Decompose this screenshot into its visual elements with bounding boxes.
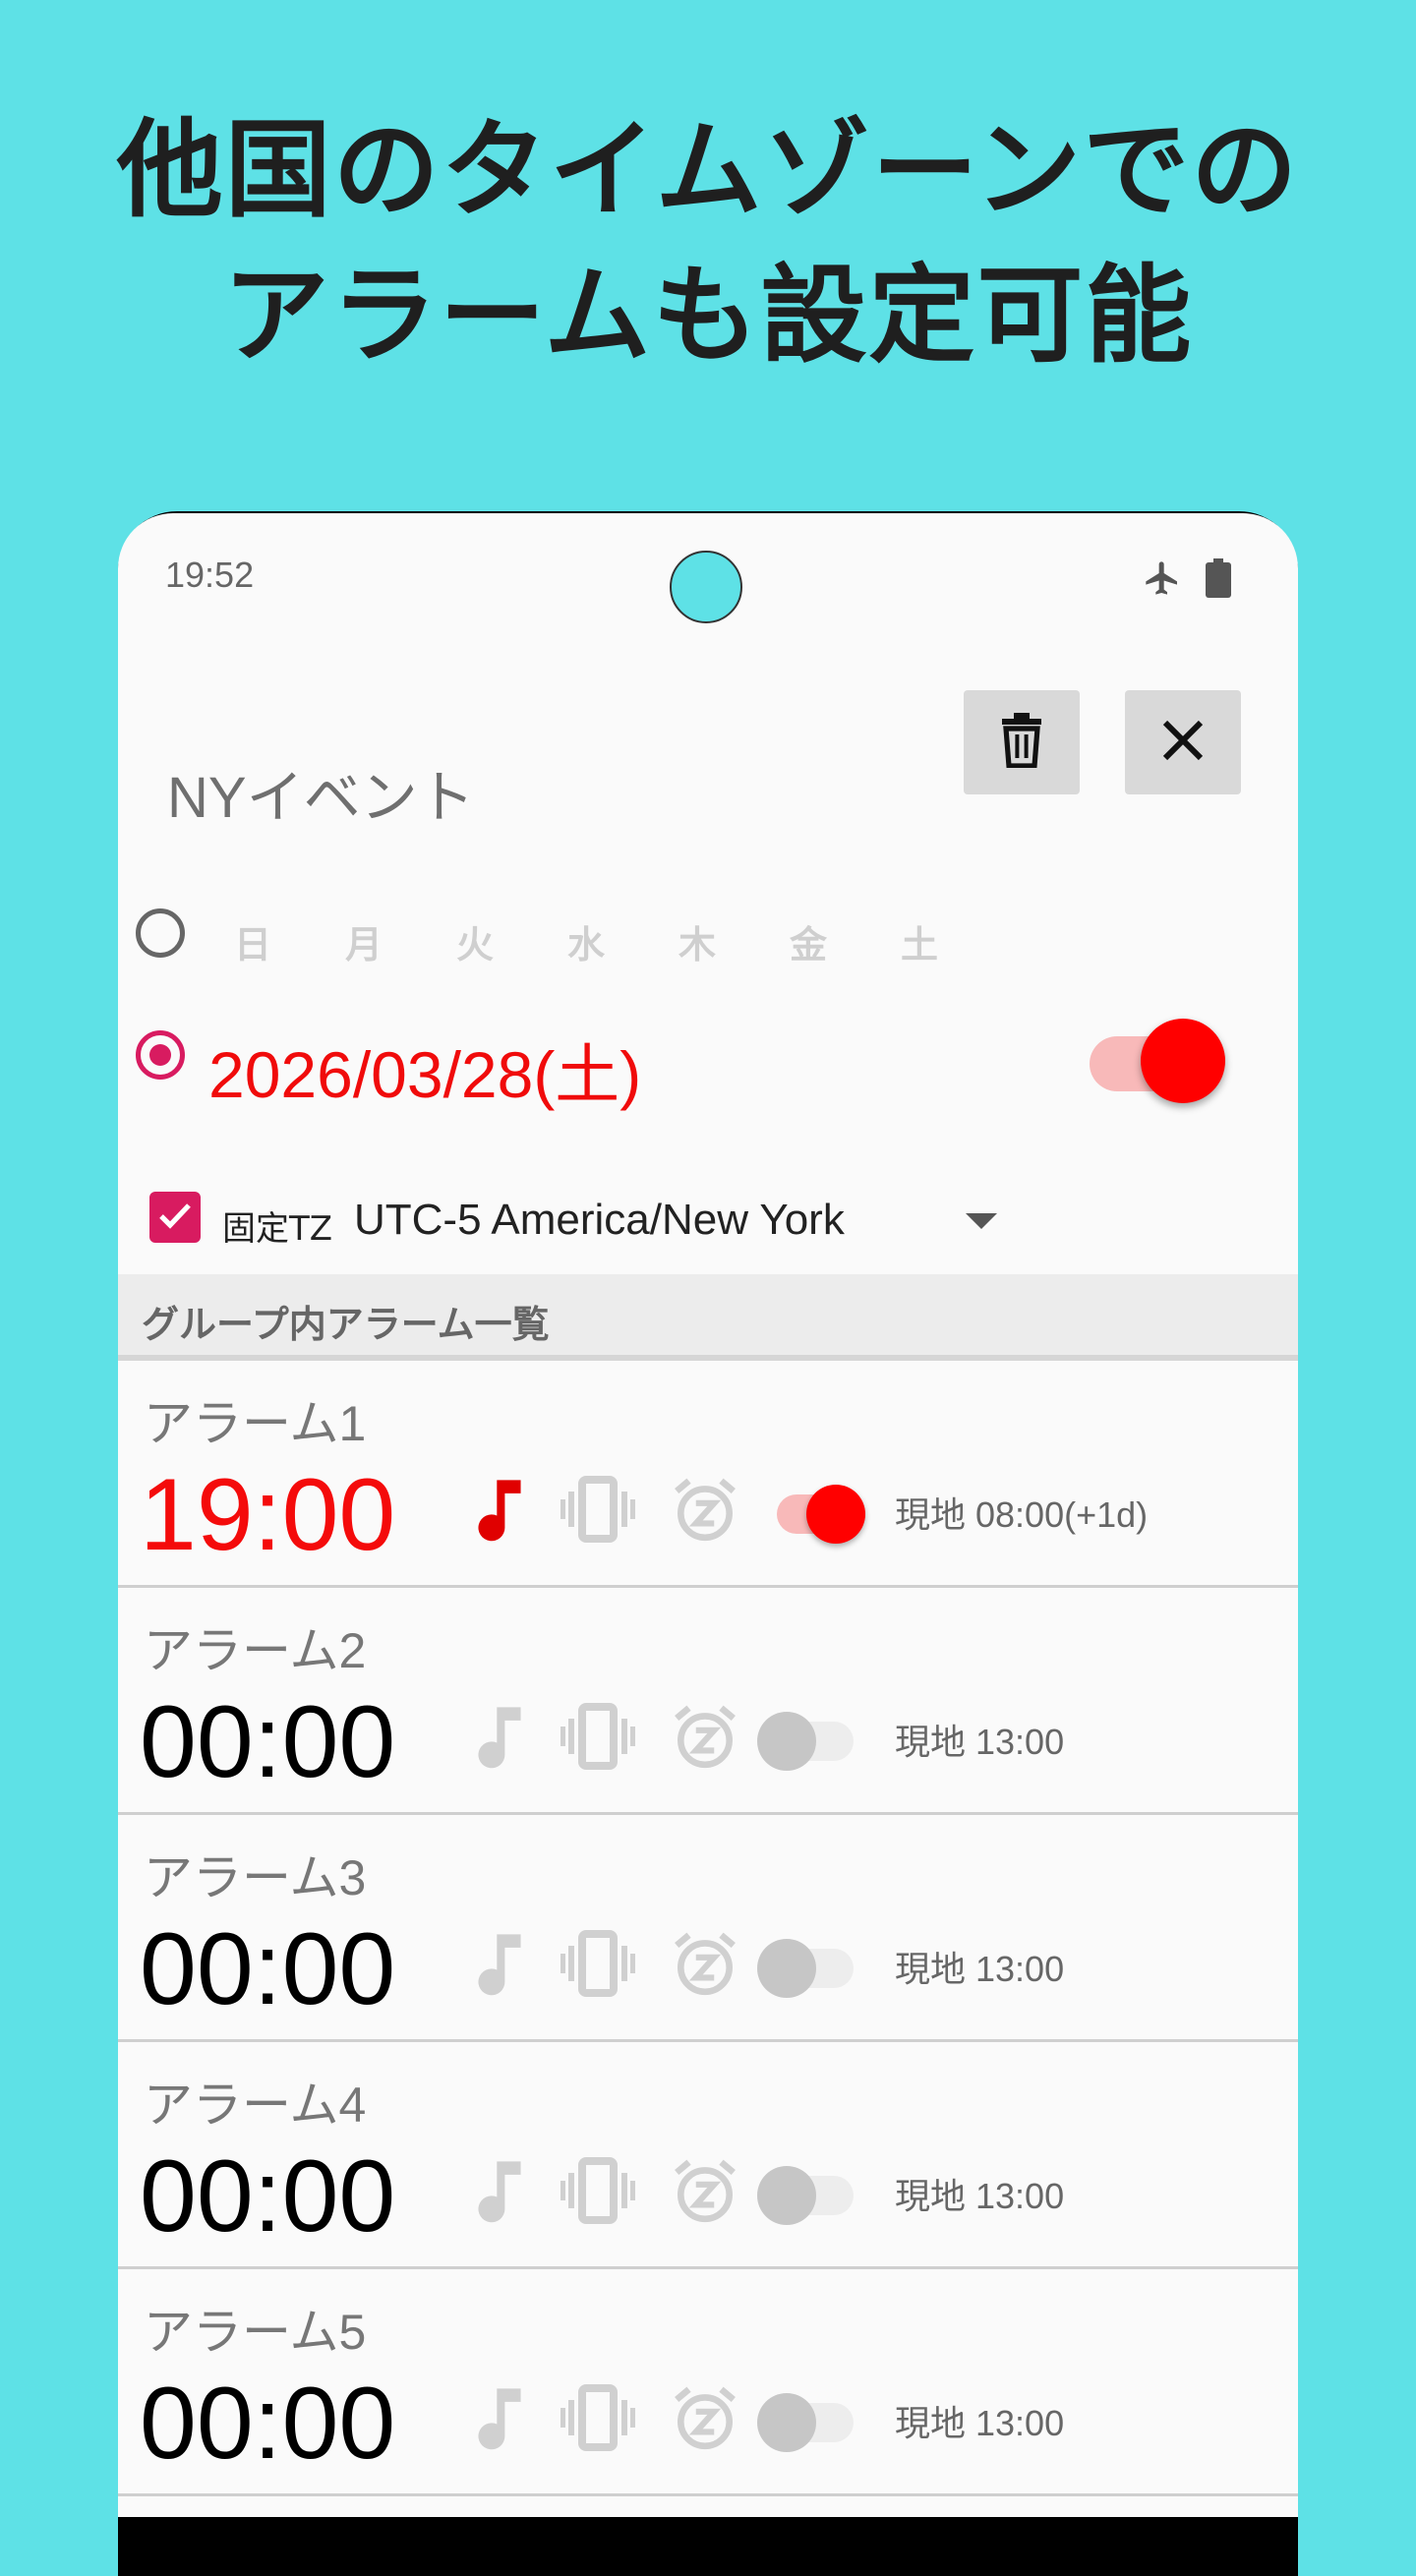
alarm-time[interactable]: 00:00: [140, 1915, 395, 2023]
local-time: 現地 13:00: [895, 2403, 1065, 2443]
alarm-toggle[interactable]: [757, 2156, 865, 2225]
status-icons: [1143, 558, 1231, 598]
event-header: NYイベント: [118, 690, 1298, 830]
snooze-icon[interactable]: [671, 2383, 739, 2456]
date-selector: 2026/03/28(土): [118, 995, 1298, 1123]
timezone-row: 固定TZ UTC-5 America/New York: [118, 1162, 1298, 1270]
alarm-name: アラーム1: [144, 1396, 367, 1451]
alarm-name: アラーム3: [144, 1850, 367, 1905]
switch-thumb: [757, 2166, 816, 2225]
fixed-tz-label: 固定TZ: [222, 1209, 333, 1249]
alarm-name: アラーム2: [144, 1623, 367, 1678]
music-note-icon[interactable]: [472, 2383, 527, 2456]
weekday-wed[interactable]: 水: [567, 914, 605, 968]
switch-thumb: [757, 2393, 816, 2452]
alarm-toggle[interactable]: [757, 1702, 865, 1771]
checkmark-icon: [155, 1196, 195, 1239]
weekday-thu[interactable]: 木: [678, 914, 716, 968]
vibration-icon[interactable]: [560, 1702, 635, 1775]
music-note-icon[interactable]: [472, 2156, 527, 2229]
timezone-select[interactable]: UTC-5 America/New York: [354, 1196, 845, 1245]
alarm-toggle[interactable]: [757, 1929, 865, 1998]
trash-icon: [998, 713, 1045, 772]
alarm-list-header: グループ内アラーム一覧: [118, 1274, 1298, 1361]
snooze-icon[interactable]: [671, 1475, 739, 1548]
dropdown-arrow-icon[interactable]: [966, 1213, 997, 1229]
alarm-time[interactable]: 19:00: [140, 1461, 395, 1569]
headline-line-1: 他国のタイムゾーンでの: [116, 109, 1300, 232]
alarm-list: アラーム1 19:00 現地 08:00(+1d) アラーム2 00:00 現地…: [118, 1361, 1298, 2496]
alarm-name: アラーム4: [144, 2078, 367, 2133]
local-time: 現地 08:00(+1d): [895, 1494, 1149, 1535]
weekday-sat[interactable]: 土: [901, 914, 938, 968]
airplane-icon: [1143, 558, 1182, 598]
weekday-mon[interactable]: 月: [345, 914, 383, 968]
switch-thumb: [757, 1712, 816, 1771]
alarm-name: アラーム5: [144, 2305, 367, 2360]
front-camera: [670, 551, 742, 623]
alarm-time[interactable]: 00:00: [140, 2142, 395, 2251]
music-note-icon[interactable]: [472, 1702, 527, 1775]
switch-thumb: [757, 1939, 816, 1998]
section-title: グループ内アラーム一覧: [142, 1303, 550, 1346]
local-time: 現地 13:00: [895, 2176, 1065, 2216]
headline-line-2: アラームも設定可能: [222, 255, 1194, 378]
alarm-time[interactable]: 00:00: [140, 1688, 395, 1796]
weekday-tue[interactable]: 火: [456, 914, 494, 968]
phone-screen: 19:52 NYイベント 日 月 火 水 木 金 土 2026/03/28(土)…: [118, 513, 1298, 2517]
close-icon: [1161, 719, 1205, 766]
local-time: 現地 13:00: [895, 1949, 1065, 1989]
alarm-row[interactable]: アラーム4 00:00 現地 13:00: [118, 2042, 1298, 2269]
local-time: 現地 13:00: [895, 1722, 1065, 1762]
weekday-selector: 日 月 火 水 木 金 土: [118, 887, 1298, 985]
group-enable-switch[interactable]: [1090, 1011, 1237, 1103]
status-time: 19:52: [165, 555, 255, 595]
alarm-toggle[interactable]: [757, 1475, 865, 1544]
fixed-tz-checkbox[interactable]: [149, 1192, 201, 1243]
alarm-row[interactable]: アラーム5 00:00 現地 13:00: [118, 2269, 1298, 2496]
status-bar: 19:52: [118, 513, 1298, 631]
delete-button[interactable]: [964, 690, 1080, 794]
date-radio[interactable]: [136, 1030, 185, 1080]
snooze-icon[interactable]: [671, 1929, 739, 2002]
weekday-radio[interactable]: [136, 908, 185, 958]
music-note-icon[interactable]: [472, 1475, 527, 1548]
alarm-time[interactable]: 00:00: [140, 2370, 395, 2478]
alarm-row[interactable]: アラーム3 00:00 現地 13:00: [118, 1815, 1298, 2042]
alarm-row[interactable]: アラーム1 19:00 現地 08:00(+1d): [118, 1361, 1298, 1588]
vibration-icon[interactable]: [560, 2383, 635, 2456]
weekday-sun[interactable]: 日: [234, 914, 271, 968]
event-title[interactable]: NYイベント: [167, 751, 475, 834]
close-button[interactable]: [1125, 690, 1241, 794]
alarm-row[interactable]: アラーム2 00:00 現地 13:00: [118, 1588, 1298, 1815]
snooze-icon[interactable]: [671, 2156, 739, 2229]
alarm-toggle[interactable]: [757, 2383, 865, 2452]
vibration-icon[interactable]: [560, 1475, 635, 1548]
snooze-icon[interactable]: [671, 1702, 739, 1775]
vibration-icon[interactable]: [560, 2156, 635, 2229]
date-value[interactable]: 2026/03/28(土): [208, 1023, 641, 1117]
promo-headline: 他国のタイムゾーンでの アラームも設定可能: [0, 98, 1416, 389]
switch-thumb: [1141, 1019, 1225, 1103]
vibration-icon[interactable]: [560, 1929, 635, 2002]
weekday-fri[interactable]: 金: [790, 914, 827, 968]
switch-thumb: [806, 1485, 865, 1544]
music-note-icon[interactable]: [472, 1929, 527, 2002]
battery-icon: [1206, 558, 1231, 598]
